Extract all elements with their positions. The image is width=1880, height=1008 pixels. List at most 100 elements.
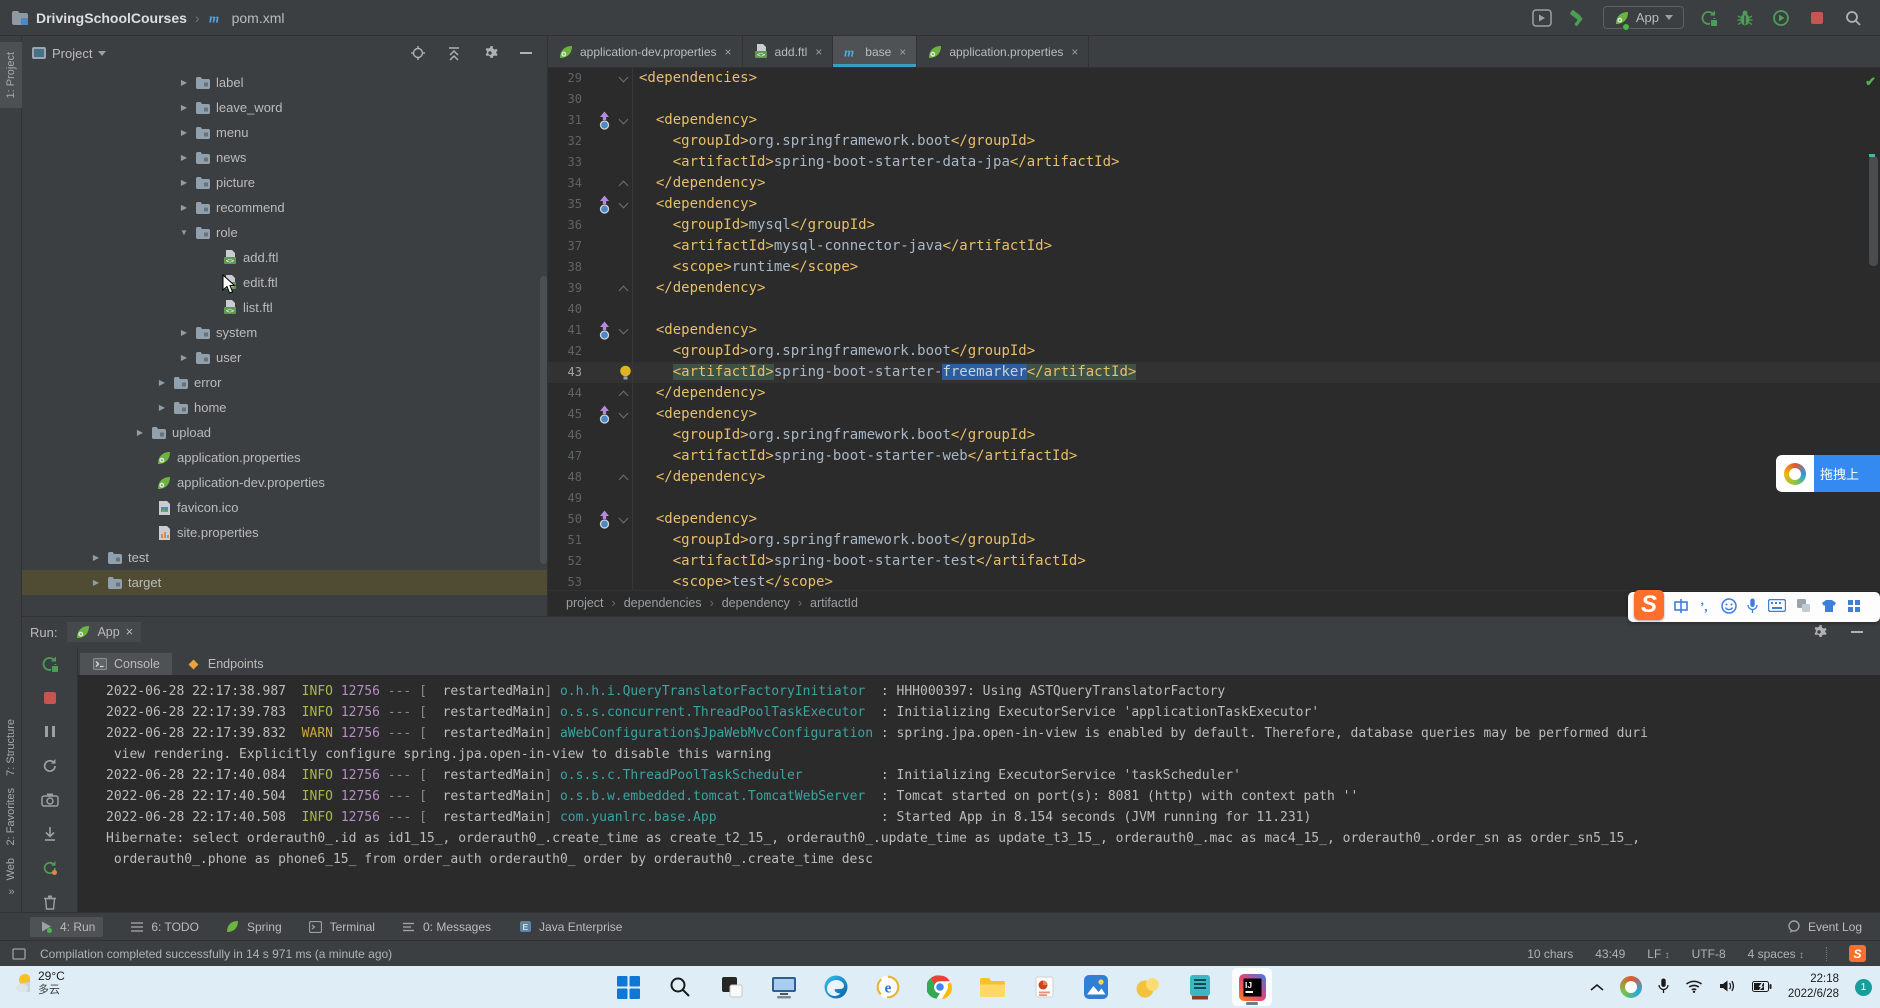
restart-icon[interactable] — [39, 755, 61, 776]
taskbar-clock[interactable]: 22:18 2022/6/28 — [1788, 972, 1839, 1002]
taskbar-app-yellow-app[interactable] — [1128, 968, 1168, 1006]
taskbar-app-powerpoint[interactable] — [1024, 968, 1064, 1006]
tree-item-news[interactable]: ▶news — [22, 145, 547, 170]
debug-icon[interactable] — [1734, 7, 1756, 29]
tree-item-home[interactable]: ▶home — [22, 395, 547, 420]
hide-panel-icon[interactable] — [1846, 621, 1868, 643]
code-line-37[interactable]: 37 <artifactId>mysql-connector-java</art… — [548, 236, 1880, 257]
editor-scrollbar[interactable] — [1869, 156, 1878, 266]
indent-select[interactable]: 4 spaces ↕ — [1748, 947, 1804, 961]
taskbar-app-chrome[interactable] — [920, 968, 960, 1006]
fold-open-icon[interactable] — [618, 324, 628, 334]
fold-close-icon[interactable] — [618, 390, 628, 400]
breadcrumb-item-project[interactable]: project — [566, 596, 604, 610]
code-line-45[interactable]: 45 <dependency> — [548, 404, 1880, 425]
tab-application-dev.properties[interactable]: application-dev.properties× — [548, 36, 743, 67]
update-application-icon[interactable] — [39, 857, 61, 878]
fold-marker-slot[interactable] — [614, 446, 633, 467]
stripe-project-button[interactable]: 1: Project — [0, 42, 22, 108]
code-line-41[interactable]: 41 <dependency> — [548, 320, 1880, 341]
code-line-42[interactable]: 42 <groupId>org.springframework.boot</gr… — [548, 341, 1880, 362]
close-icon[interactable]: × — [899, 45, 906, 59]
fold-marker-slot[interactable] — [614, 467, 633, 488]
close-icon[interactable]: × — [815, 45, 822, 59]
tree-expand-arrow[interactable]: ▶ — [134, 428, 146, 437]
code-line-38[interactable]: 38 <scope>runtime</scope> — [548, 257, 1880, 278]
thread-dump-icon[interactable] — [39, 789, 61, 810]
fold-marker-slot[interactable] — [614, 404, 633, 425]
code-line-48[interactable]: 48 </dependency> — [548, 467, 1880, 488]
taskbar-app-windows-start[interactable] — [608, 968, 648, 1006]
tool-button-0-messages[interactable]: 0: Messages — [401, 920, 491, 934]
scroll-to-end-icon[interactable] — [39, 823, 61, 844]
code-line-52[interactable]: 52 <artifactId>spring-boot-starter-test<… — [548, 551, 1880, 572]
fold-marker-slot[interactable] — [614, 152, 633, 173]
fold-open-icon[interactable] — [618, 114, 628, 124]
punctuation-icon[interactable]: ’, — [1699, 599, 1711, 616]
stripe-tool-button[interactable]: 2: Favorites — [0, 782, 22, 851]
toolbox-icon[interactable] — [1847, 599, 1861, 616]
fold-close-icon[interactable] — [618, 285, 628, 295]
code-line-35[interactable]: 35 <dependency> — [548, 194, 1880, 215]
taskbar-app-intellij-idea[interactable]: IJ — [1232, 968, 1272, 1006]
tree-item-list-ftl[interactable]: <>list.ftl — [22, 295, 547, 320]
tree-item-site-properties[interactable]: site.properties — [22, 520, 547, 545]
tray-wifi-icon[interactable] — [1685, 979, 1703, 996]
tree-expand-arrow[interactable]: ▶ — [178, 353, 190, 362]
tree-item-leave_word[interactable]: ▶leave_word — [22, 95, 547, 120]
tool-button-4-run[interactable]: 4: Run — [30, 917, 103, 937]
taskbar-app-notebook[interactable] — [1180, 968, 1220, 1006]
tree-expand-arrow[interactable]: ▼ — [178, 228, 190, 237]
taskbar-app-edge[interactable] — [816, 968, 856, 1006]
code-line-29[interactable]: 29<dependencies> — [548, 68, 1880, 89]
chinese-mode-icon[interactable] — [1673, 598, 1689, 617]
run-configuration-select[interactable]: App — [1603, 6, 1684, 29]
status-message[interactable]: Compilation completed successfully in 14… — [40, 947, 392, 961]
view-tab-console[interactable]: Console — [80, 653, 172, 675]
skin-icon[interactable] — [1821, 599, 1837, 615]
code-line-47[interactable]: 47 <artifactId>spring-boot-starter-web</… — [548, 446, 1880, 467]
pause-icon[interactable] — [39, 721, 61, 742]
code-line-30[interactable]: 30 — [548, 89, 1880, 110]
fold-open-icon[interactable] — [618, 72, 628, 82]
tray-colorful-app-icon[interactable] — [1620, 976, 1642, 998]
stop-icon[interactable] — [39, 687, 61, 708]
run-anything-icon[interactable] — [1531, 7, 1553, 29]
tree-item-recommend[interactable]: ▶recommend — [22, 195, 547, 220]
tree-expand-arrow[interactable]: ▶ — [178, 153, 190, 162]
tree-expand-arrow[interactable]: ▶ — [178, 103, 190, 112]
fold-marker-slot[interactable] — [614, 530, 633, 551]
taskbar-app-file-explorer[interactable] — [972, 968, 1012, 1006]
code-line-53[interactable]: 53 <scope>test</scope> — [548, 572, 1880, 590]
code-line-46[interactable]: 46 <groupId>org.springframework.boot</gr… — [548, 425, 1880, 446]
profiler-icon[interactable] — [1770, 7, 1792, 29]
code-line-33[interactable]: 33 <artifactId>spring-boot-starter-data-… — [548, 152, 1880, 173]
close-icon[interactable]: × — [725, 45, 732, 59]
encoding-select[interactable]: UTF-8 — [1692, 947, 1726, 961]
line-ending-select[interactable]: LF ↕ — [1647, 947, 1669, 961]
run-config-tab[interactable]: App × — [67, 622, 141, 642]
tool-button-6-todo[interactable]: 6: TODO — [129, 920, 199, 934]
tree-item-favicon-ico[interactable]: favicon.ico — [22, 495, 547, 520]
tree-item-edit-ftl[interactable]: <>edit.ftl — [22, 270, 547, 295]
hide-panel-icon[interactable] — [515, 42, 537, 64]
inspections-ok-icon[interactable]: ✔ — [1865, 74, 1876, 90]
taskbar-app-this-pc[interactable] — [764, 968, 804, 1006]
sogou-logo-icon[interactable]: S — [1634, 590, 1664, 620]
tray-chevron-up-icon[interactable] — [1590, 980, 1604, 995]
tree-expand-arrow[interactable]: ▶ — [90, 578, 102, 587]
voice-icon[interactable] — [1747, 598, 1758, 617]
tree-item-test[interactable]: ▶test — [22, 545, 547, 570]
fold-marker-slot[interactable] — [614, 173, 633, 194]
close-icon[interactable]: × — [1071, 45, 1078, 59]
console-output[interactable]: 2022-06-28 22:17:38.987 INFO 12756 --- [… — [78, 675, 1880, 912]
gear-icon[interactable] — [1808, 621, 1830, 643]
fold-marker-slot[interactable] — [614, 110, 633, 131]
code-line-50[interactable]: 50 <dependency> — [548, 509, 1880, 530]
project-view-title[interactable]: Project — [52, 46, 92, 61]
tree-item-upload[interactable]: ▶upload — [22, 420, 547, 445]
tree-expand-arrow[interactable]: ▶ — [178, 78, 190, 87]
chevron-down-icon[interactable] — [98, 51, 106, 56]
background-tasks-icon[interactable] — [8, 943, 30, 965]
breadcrumb-item-dependencies[interactable]: dependencies — [624, 596, 702, 610]
